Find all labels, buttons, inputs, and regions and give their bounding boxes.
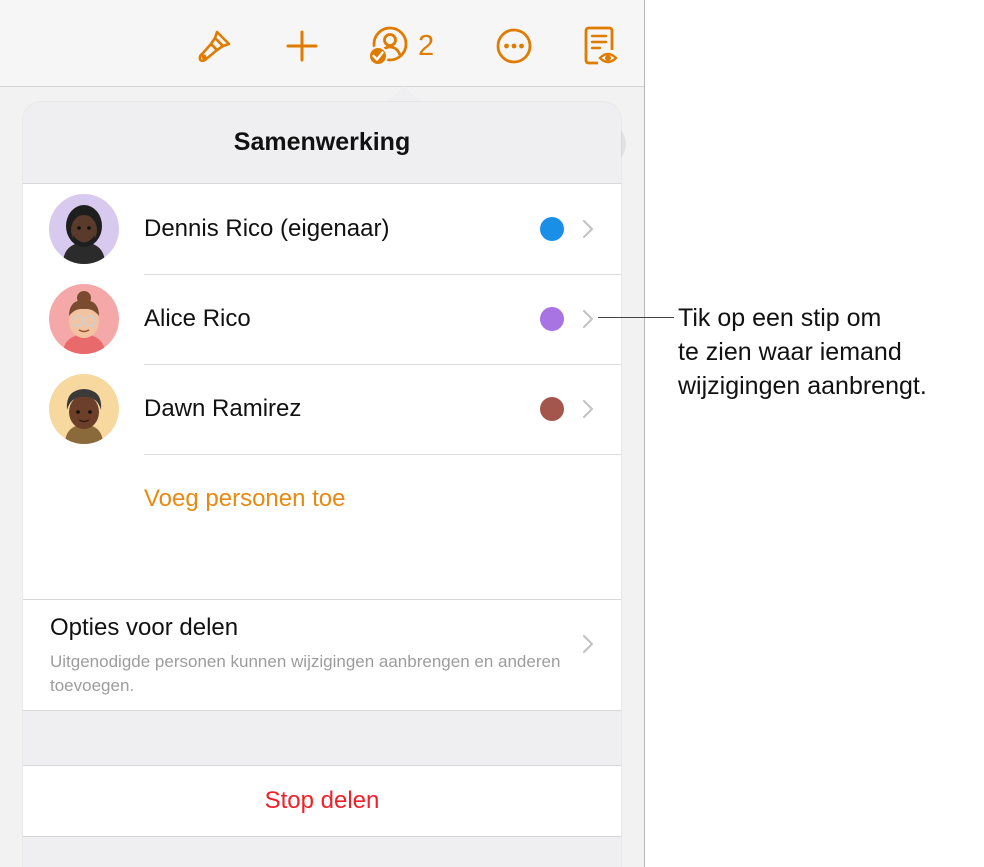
chevron-right-icon	[582, 219, 594, 239]
add-people-button[interactable]: Voeg personen toe	[144, 454, 346, 544]
chevron-right-icon	[582, 399, 594, 419]
avatar	[49, 374, 119, 444]
avatar	[49, 284, 119, 354]
collaboration-button[interactable]: 2	[366, 24, 448, 68]
callout-line-1: Tik op een stip om	[678, 304, 882, 332]
collaboration-icon	[368, 26, 408, 66]
avatar	[49, 194, 119, 264]
participants-section: Dennis Rico (eigenaar) Alice Rico Dawn R…	[23, 183, 621, 645]
callout-text: Tik op een stip om te zien waar iemand w…	[678, 301, 978, 403]
sharing-options-subtitle: Uitgenodigde personen kunnen wijzigingen…	[50, 652, 561, 695]
sharing-options-title: Opties voor delen	[50, 614, 239, 641]
plus-icon	[286, 30, 318, 62]
stop-sharing-row[interactable]: Stop delen	[23, 765, 621, 837]
format-button[interactable]	[190, 24, 240, 68]
sharing-options-row[interactable]: Opties voor delen Uitgenodigde personen …	[23, 599, 621, 711]
participant-color-dot[interactable]	[540, 307, 564, 331]
participant-row[interactable]: Dennis Rico (eigenaar)	[23, 184, 621, 274]
stop-sharing-button[interactable]: Stop delen	[23, 766, 621, 836]
callout-line-2: te zien waar iemand	[678, 338, 902, 366]
participant-name: Dennis Rico (eigenaar)	[144, 215, 390, 242]
collaborator-count: 2	[418, 29, 435, 62]
ipad-screen: 2 Samenwerking Dennis Rico (eigenaar) Al…	[0, 0, 645, 867]
reader-view-icon	[584, 26, 618, 65]
participant-name: Dawn Ramirez	[144, 395, 302, 422]
popover-title: Samenwerking	[233, 128, 411, 156]
toolbar: 2	[0, 0, 644, 87]
more-icon	[496, 28, 532, 64]
callout-line	[598, 317, 674, 318]
chevron-right-icon	[582, 634, 594, 654]
participant-row[interactable]: Alice Rico	[23, 274, 621, 364]
chevron-right-icon	[582, 309, 594, 329]
collaboration-popover: Samenwerking Dennis Rico (eigenaar) Alic…	[23, 102, 621, 867]
participant-color-dot[interactable]	[540, 397, 564, 421]
paintbrush-icon	[198, 30, 231, 63]
more-button[interactable]	[492, 24, 536, 68]
participant-row[interactable]: Dawn Ramirez	[23, 364, 621, 454]
insert-button[interactable]	[280, 24, 324, 68]
participant-color-dot[interactable]	[540, 217, 564, 241]
participant-name: Alice Rico	[144, 305, 251, 332]
reader-view-button[interactable]	[578, 24, 622, 68]
popover-arrow	[386, 86, 422, 103]
callout-line-3: wijzigingen aanbrengt.	[678, 372, 927, 400]
